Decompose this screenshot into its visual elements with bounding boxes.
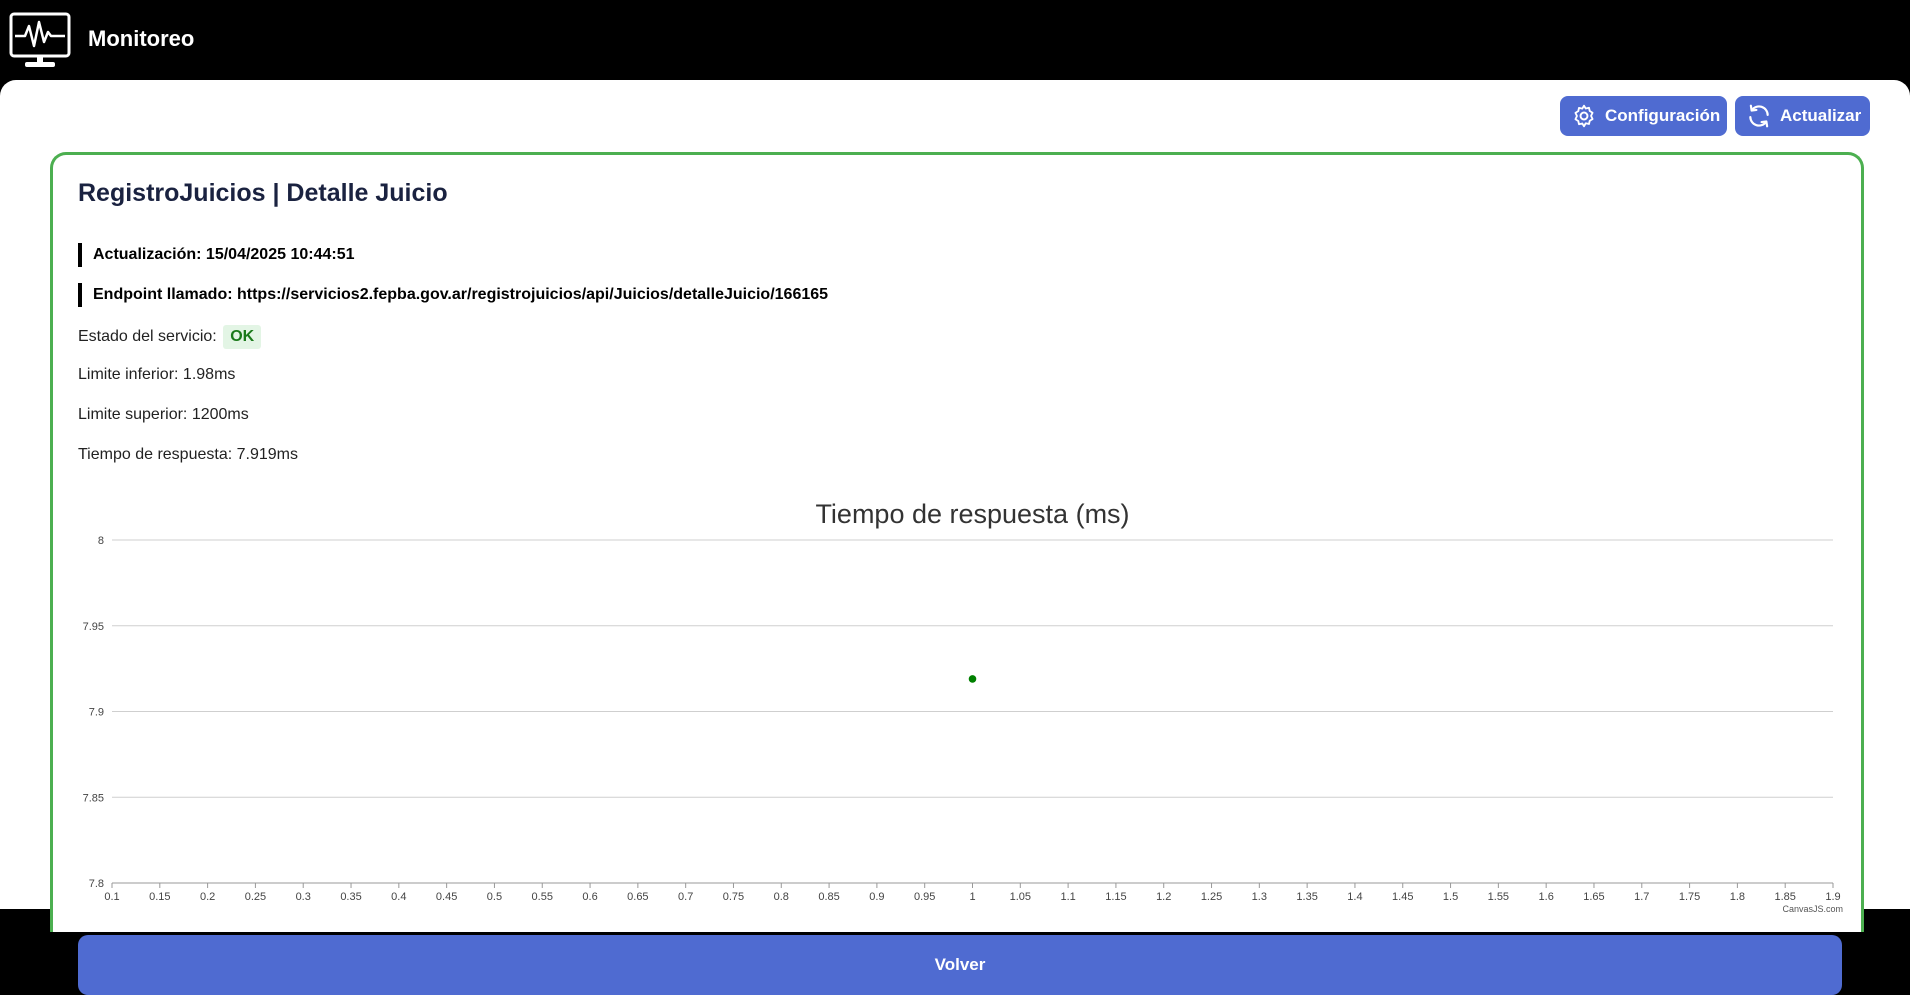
service-card: RegistroJuicios | Detalle Juicio Actuali… — [50, 152, 1864, 995]
x-tick-label: 1 — [969, 891, 975, 903]
refresh-label: Actualizar — [1780, 106, 1862, 125]
x-tick-label: 1.05 — [1010, 891, 1031, 903]
x-tick-label: 1.35 — [1296, 891, 1317, 903]
x-tick-label: 1.9 — [1825, 891, 1840, 903]
chart-title: Tiempo de respuesta (ms) — [815, 499, 1129, 529]
x-tick-label: 0.4 — [391, 891, 406, 903]
back-label: Volver — [934, 955, 986, 974]
x-tick-label: 0.15 — [149, 891, 170, 903]
x-tick-label: 0.5 — [487, 891, 502, 903]
x-tick-label: 0.25 — [245, 891, 266, 903]
x-tick-label: 1.8 — [1730, 891, 1745, 903]
x-tick-label: 1.65 — [1583, 891, 1604, 903]
configuration-label: Configuración — [1605, 106, 1721, 125]
x-tick-label: 0.35 — [340, 891, 361, 903]
y-tick-label: 7.9 — [89, 707, 104, 719]
x-tick-label: 0.65 — [627, 891, 648, 903]
x-tick-label: 1.25 — [1201, 891, 1222, 903]
x-tick-label: 1.45 — [1392, 891, 1413, 903]
x-tick-label: 0.8 — [774, 891, 789, 903]
app-title: Monitoreo — [88, 26, 195, 51]
x-tick-label: 1.5 — [1443, 891, 1458, 903]
chart-credit: CanvasJS.com — [1782, 904, 1843, 914]
x-tick-label: 1.1 — [1060, 891, 1075, 903]
configuration-button[interactable]: Configuración — [1560, 96, 1727, 136]
x-tick-label: 0.3 — [296, 891, 311, 903]
y-tick-label: 7.8 — [89, 878, 104, 890]
main-content: Configuración Actualizar RegistroJuicios… — [0, 80, 1910, 995]
x-tick-label: 1.2 — [1156, 891, 1171, 903]
x-tick-label: 1.3 — [1252, 891, 1267, 903]
x-tick-label: 1.7 — [1634, 891, 1649, 903]
y-tick-label: 8 — [98, 535, 104, 547]
back-button[interactable]: Volver — [78, 935, 1842, 995]
top-bar: Monitoreo — [0, 0, 1910, 80]
x-tick-label: 1.85 — [1774, 891, 1795, 903]
x-tick-label: 0.7 — [678, 891, 693, 903]
monitor-heartbeat-icon — [9, 12, 71, 67]
x-tick-label: 0.1 — [104, 891, 119, 903]
x-tick-label: 0.55 — [532, 891, 553, 903]
y-tick-label: 7.85 — [83, 792, 104, 804]
x-tick-label: 0.75 — [723, 891, 744, 903]
refresh-button[interactable]: Actualizar — [1735, 96, 1870, 136]
x-tick-label: 1.6 — [1539, 891, 1554, 903]
gear-icon — [1574, 104, 1594, 128]
x-tick-label: 0.45 — [436, 891, 457, 903]
y-tick-label: 7.95 — [83, 621, 104, 633]
data-point — [968, 675, 977, 683]
x-tick-label: 1.75 — [1679, 891, 1700, 903]
x-tick-label: 0.85 — [818, 891, 839, 903]
x-tick-label: 1.55 — [1488, 891, 1509, 903]
x-tick-label: 0.6 — [582, 891, 597, 903]
x-tick-label: 1.15 — [1105, 891, 1126, 903]
x-tick-label: 0.2 — [200, 891, 215, 903]
refresh-icon — [1749, 104, 1769, 128]
x-tick-label: 1.4 — [1347, 891, 1362, 903]
x-tick-label: 0.95 — [914, 891, 935, 903]
response-time-chart: Tiempo de respuesta (ms) 7.8 7.85 7.9 7.95 8 0… — [83, 499, 1843, 914]
x-tick-label: 0.9 — [869, 891, 884, 903]
